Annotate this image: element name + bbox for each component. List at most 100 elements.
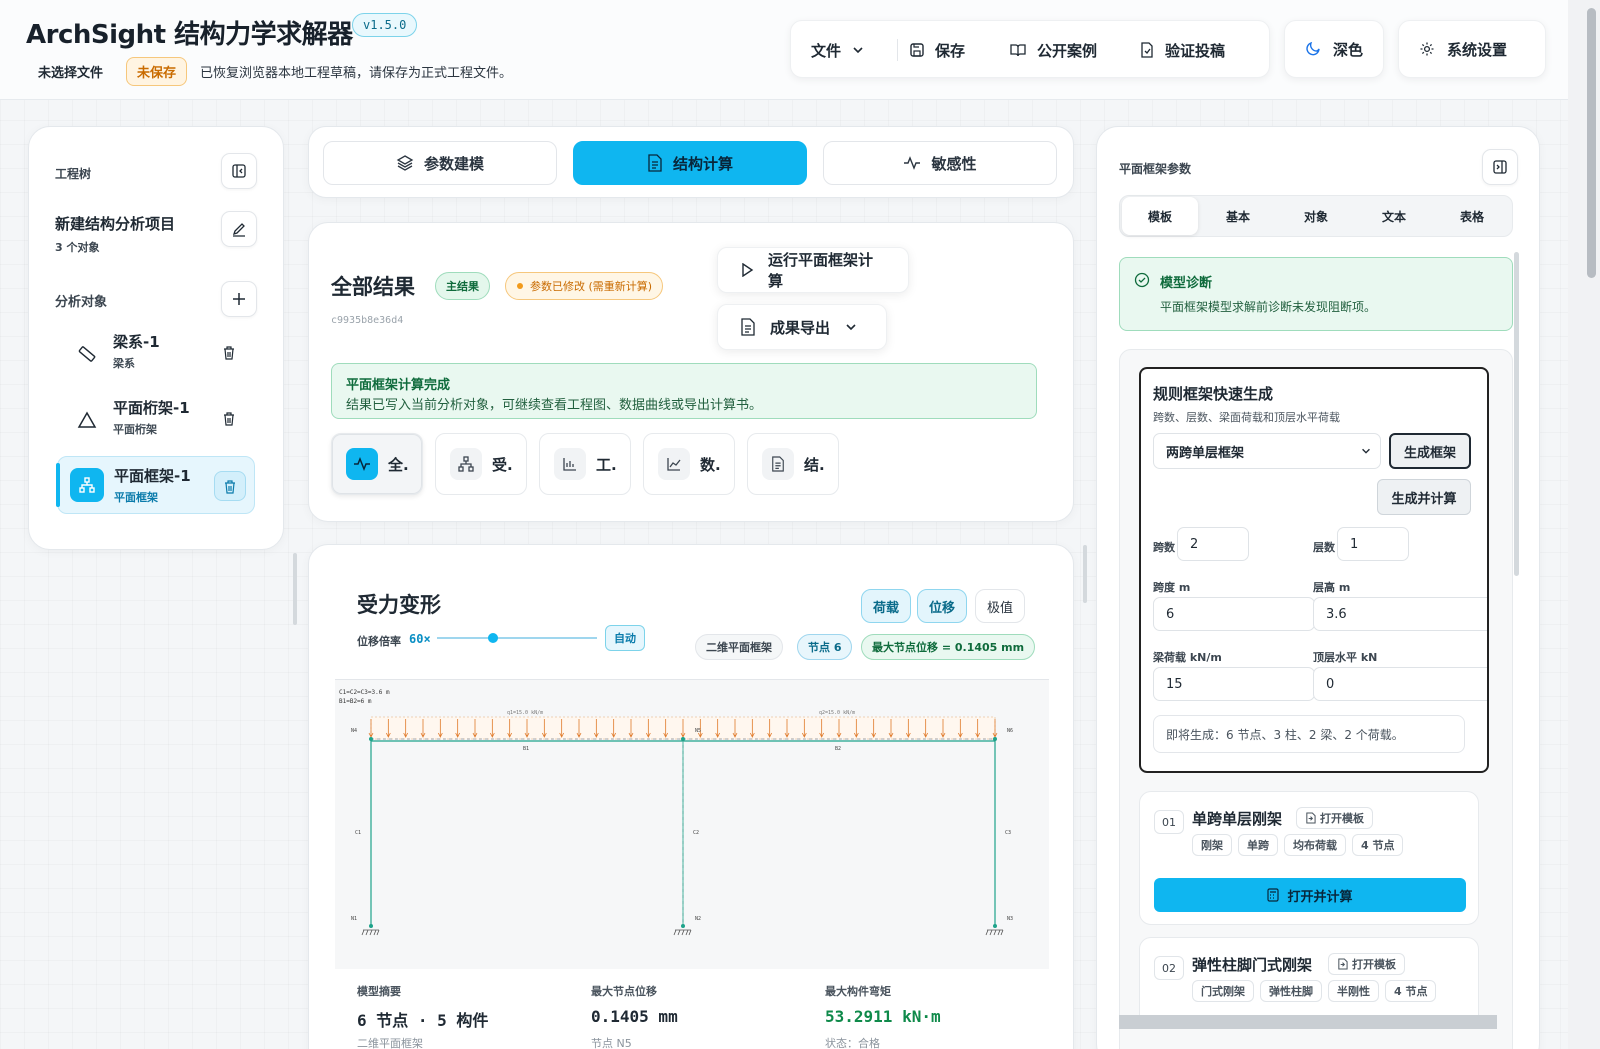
spans-label: 跨数 [1153,541,1175,554]
template-number: 02 [1154,956,1184,980]
main-tab-bar: 参数建模 结构计算 敏感性 [308,126,1074,198]
open-and-calc-button[interactable]: 打开并计算 [1154,878,1466,912]
main-toolbar: 文件 保存 公开案例 验证投稿 [790,20,1270,78]
check-circle-icon [1134,272,1150,288]
subtab-all[interactable]: 全. [331,433,423,495]
frame-diagram-area: C1=C2=C3=3.6 m B1=B2=6 m q1=15.0 kN/m q2… [335,679,1049,969]
template-tag: 均布荷载 [1284,834,1346,856]
delete-object-button[interactable] [214,471,246,501]
edit-project-button[interactable] [221,211,257,247]
scale-slider-track[interactable] [437,633,597,643]
object-item-beam[interactable]: 梁系-1 梁系 [57,323,255,381]
open-template-button[interactable]: 打开模板 [1296,807,1373,829]
node-label: N5 [695,728,701,734]
quick-generate-title: 规则框架快速生成 [1153,385,1274,403]
delete-object-button[interactable] [213,337,245,367]
toggle-load-button[interactable]: 荷载 [861,589,912,623]
left-resize-handle[interactable] [293,553,297,625]
object-item-frame[interactable]: 平面框架-1 平面框架 [56,456,255,514]
load-label: q2=15.0 kN/m [819,710,855,716]
save-label: 保存 [935,41,966,60]
object-type: 平面框架 [114,491,158,504]
chevron-down-icon [851,43,865,57]
node-label: N6 [1007,728,1013,734]
stat-label: 模型摘要 [357,985,401,998]
object-type: 梁系 [113,357,135,370]
preset-select[interactable]: 两跨单层框架 [1153,433,1381,469]
params-panel-scrollbar[interactable] [1514,252,1519,576]
template-tag: 4 节点 [1352,834,1404,856]
file-menu-button[interactable]: 文件 [811,21,865,79]
sidebar-collapse-icon [1492,159,1508,175]
verify-submit-button[interactable]: 验证投稿 [1139,21,1225,79]
params-tab-template[interactable]: 模板 [1122,197,1198,235]
floor-height-input[interactable]: 3.6 [1313,597,1487,631]
app-header: ArchSight 结构力学求解器 v1.5.0 未选择文件 未保存 已恢复浏览… [0,0,1568,100]
params-tab-table[interactable]: 表格 [1434,197,1510,235]
auto-scale-button[interactable]: 自动 [605,625,645,651]
generate-and-calc-button[interactable]: 生成并计算 [1377,479,1471,515]
pulse-icon [903,155,921,171]
model-type-chip: 二维平面框架 [695,634,783,660]
object-name: 梁系-1 [113,333,160,351]
node [993,737,997,741]
subtab-engineering[interactable]: 工. [539,433,631,495]
params-tab-bar: 模板 基本 对象 文本 表格 [1119,195,1513,237]
verify-submit-label: 验证投稿 [1165,41,1226,60]
book-icon [1009,42,1027,58]
toggle-extreme-button[interactable]: 极值 [975,589,1026,623]
right-resize-handle[interactable] [1083,545,1087,603]
export-button[interactable]: 成果导出 [717,304,887,350]
diagnosis-title: 模型诊断 [1160,276,1213,291]
subtab-label: 工. [596,455,617,474]
object-item-truss[interactable]: 平面桁架-1 平面桁架 [57,389,255,447]
public-cases-button[interactable]: 公开案例 [1009,21,1097,79]
span-length-input[interactable]: 6 [1153,597,1315,631]
params-tab-basic[interactable]: 基本 [1200,197,1276,235]
params-tab-text[interactable]: 文本 [1356,197,1432,235]
run-calc-label: 运行平面框架计算 [768,251,874,290]
object-name: 平面框架-1 [114,467,191,485]
node-label: N4 [351,728,357,734]
calc-complete-notice: 平面框架计算完成 结果已写入当前分析对象，可继续查看工程图、数据曲线或导出计算书… [331,363,1037,419]
subtab-report[interactable]: 结. [747,433,839,495]
template-tag: 半刚性 [1328,980,1379,1002]
settings-button[interactable]: 系统设置 [1398,20,1546,78]
save-button[interactable]: 保存 [909,21,965,79]
collapse-panel-button[interactable] [221,153,257,189]
main-result-badge: 主结果 [435,272,490,300]
project-name: 新建结构分析项目 [55,215,176,233]
subtab-label: 结. [804,455,825,474]
run-calc-button[interactable]: 运行平面框架计算 [717,247,909,293]
play-icon [740,263,754,277]
add-object-button[interactable] [221,281,257,317]
scale-slider-thumb[interactable] [488,633,498,643]
chevron-down-icon [1360,445,1372,457]
page-scrollbar-thumb[interactable] [1587,8,1596,278]
subtab-data[interactable]: 数. [643,433,735,495]
diagnosis-box: 模型诊断 平面框架模型求解前诊断未发现阻断项。 [1119,257,1513,331]
generate-frame-button[interactable]: 生成框架 [1389,433,1471,469]
delete-object-button[interactable] [213,403,245,433]
calculator-icon [1267,888,1280,902]
floors-input[interactable]: 1 [1337,527,1409,561]
deformation-card: 受力变形 位移倍率 60× 自动 荷载 位移 极值 二维平面框架 节点 6 最大… [308,544,1074,1049]
member-label: C2 [693,830,699,836]
preset-select-value: 两跨单层框架 [1166,445,1245,461]
spans-input[interactable]: 2 [1177,527,1249,561]
member-label: B1 [523,746,529,752]
modified-badge: 参数已修改 (需重新计算) [505,272,664,300]
dark-mode-button[interactable]: 深色 [1284,20,1384,78]
collapse-right-panel-button[interactable] [1482,149,1518,185]
tab-structural-calc[interactable]: 结构计算 [573,141,807,185]
trash-icon [223,479,237,494]
tab-sensitivity[interactable]: 敏感性 [823,141,1057,185]
subtab-force[interactable]: 受. [435,433,527,495]
toggle-displacement-button[interactable]: 位移 [917,589,968,623]
top-horizontal-input[interactable]: 0 [1313,667,1487,701]
horizontal-scrollbar[interactable] [1119,1015,1497,1029]
tab-param-modeling[interactable]: 参数建模 [323,141,557,185]
beam-load-input[interactable]: 15 [1153,667,1315,701]
open-template-button[interactable]: 打开模板 [1328,953,1405,975]
params-tab-objects[interactable]: 对象 [1278,197,1354,235]
